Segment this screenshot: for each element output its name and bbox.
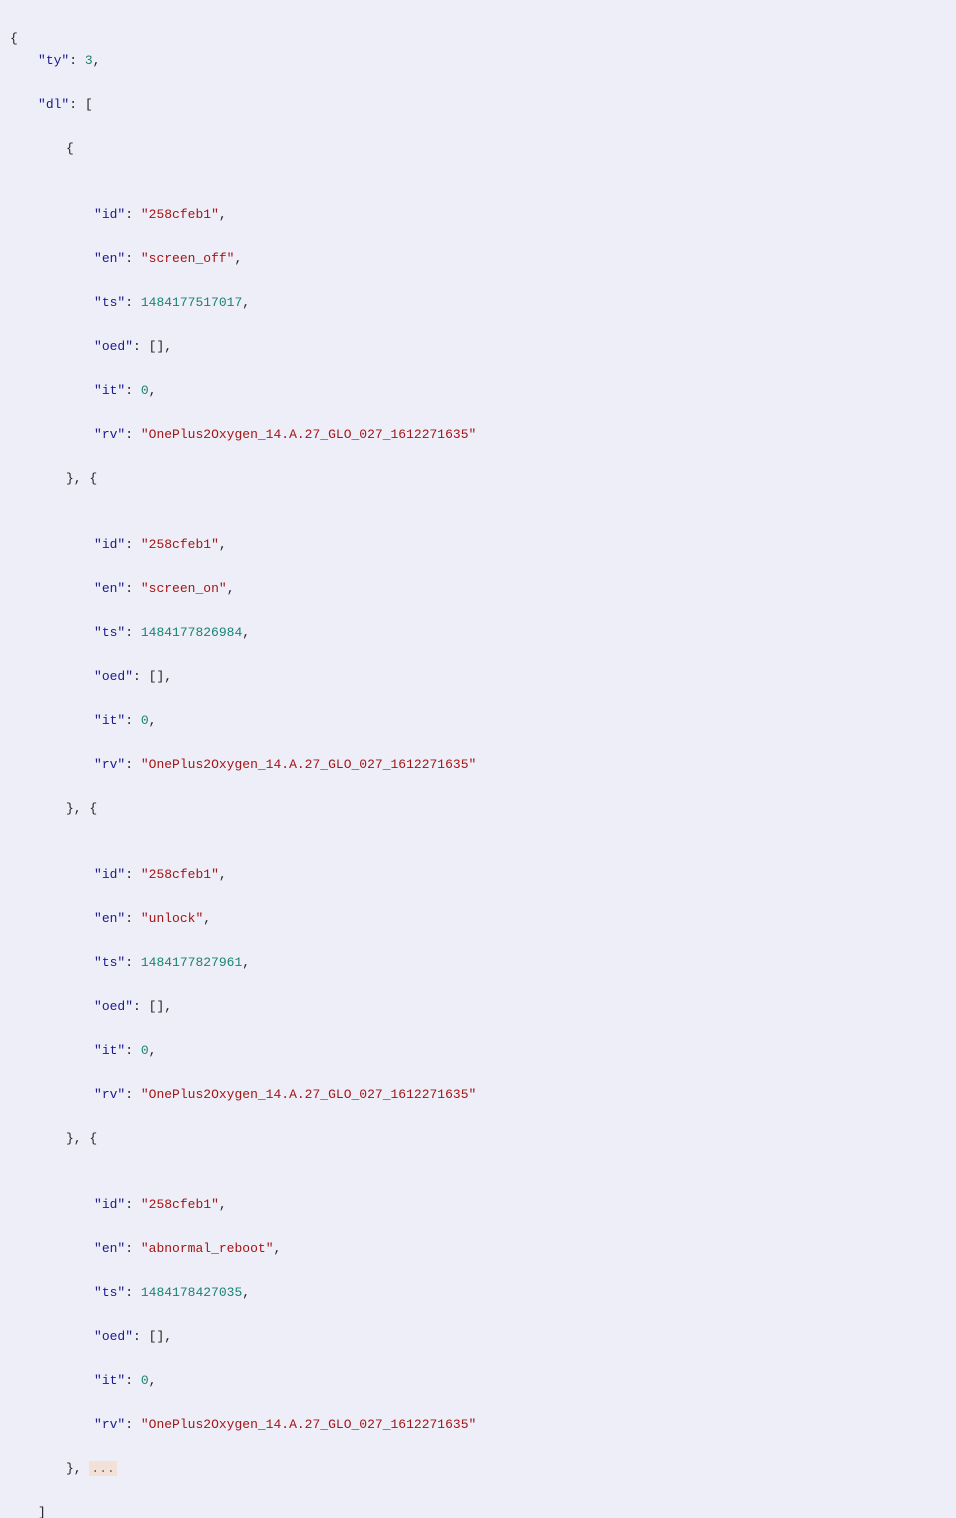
bracket-close: ] <box>38 1505 46 1518</box>
entry-row: "ts": 1484178427035, <box>94 1282 946 1304</box>
ty-value: 3 <box>85 53 93 68</box>
entry-row: "oed": [], <box>94 1326 946 1348</box>
object-separator: }, { <box>66 801 97 816</box>
entry-row: "it": 0, <box>94 1370 946 1392</box>
entry-row: "en": "screen_on", <box>94 578 946 600</box>
object-closer: }, <box>66 1461 89 1476</box>
entry-row: "it": 0, <box>94 1040 946 1062</box>
entry-row: "rv": "OnePlus2Oxygen_14.A.27_GLO_027_16… <box>94 1414 946 1436</box>
entry-row: "ts": 1484177826984, <box>94 622 946 644</box>
dl-key: "dl" <box>38 97 69 112</box>
entry-row: "en": "screen_off", <box>94 248 946 270</box>
entry-row: "id": "258cfeb1", <box>94 204 946 226</box>
entry-row: "id": "258cfeb1", <box>94 534 946 556</box>
entry-row: "oed": [], <box>94 666 946 688</box>
entry-row: "oed": [], <box>94 996 946 1018</box>
entry-row: "it": 0, <box>94 380 946 402</box>
object-separator: }, { <box>66 471 97 486</box>
entry-row: "it": 0, <box>94 710 946 732</box>
entry-row: "oed": [], <box>94 336 946 358</box>
entry-row: "en": "unlock", <box>94 908 946 930</box>
ellipsis-icon: ... <box>89 1461 116 1476</box>
entry-row: "id": "258cfeb1", <box>94 1194 946 1216</box>
entry-row: "ts": 1484177827961, <box>94 952 946 974</box>
entry-row: "rv": "OnePlus2Oxygen_14.A.27_GLO_027_16… <box>94 1084 946 1106</box>
entry-row: "rv": "OnePlus2Oxygen_14.A.27_GLO_027_16… <box>94 754 946 776</box>
entry-row: "rv": "OnePlus2Oxygen_14.A.27_GLO_027_16… <box>94 424 946 446</box>
object-separator: }, { <box>66 1131 97 1146</box>
entry-row: "id": "258cfeb1", <box>94 864 946 886</box>
entry-row: "en": "abnormal_reboot", <box>94 1238 946 1260</box>
ty-key: "ty" <box>38 53 69 68</box>
json-code-block: { "ty": 3, "dl": [ { "id": "258cfeb1", "… <box>0 0 956 1518</box>
entry-row: "ts": 1484177517017, <box>94 292 946 314</box>
brace-open: { <box>10 31 18 46</box>
